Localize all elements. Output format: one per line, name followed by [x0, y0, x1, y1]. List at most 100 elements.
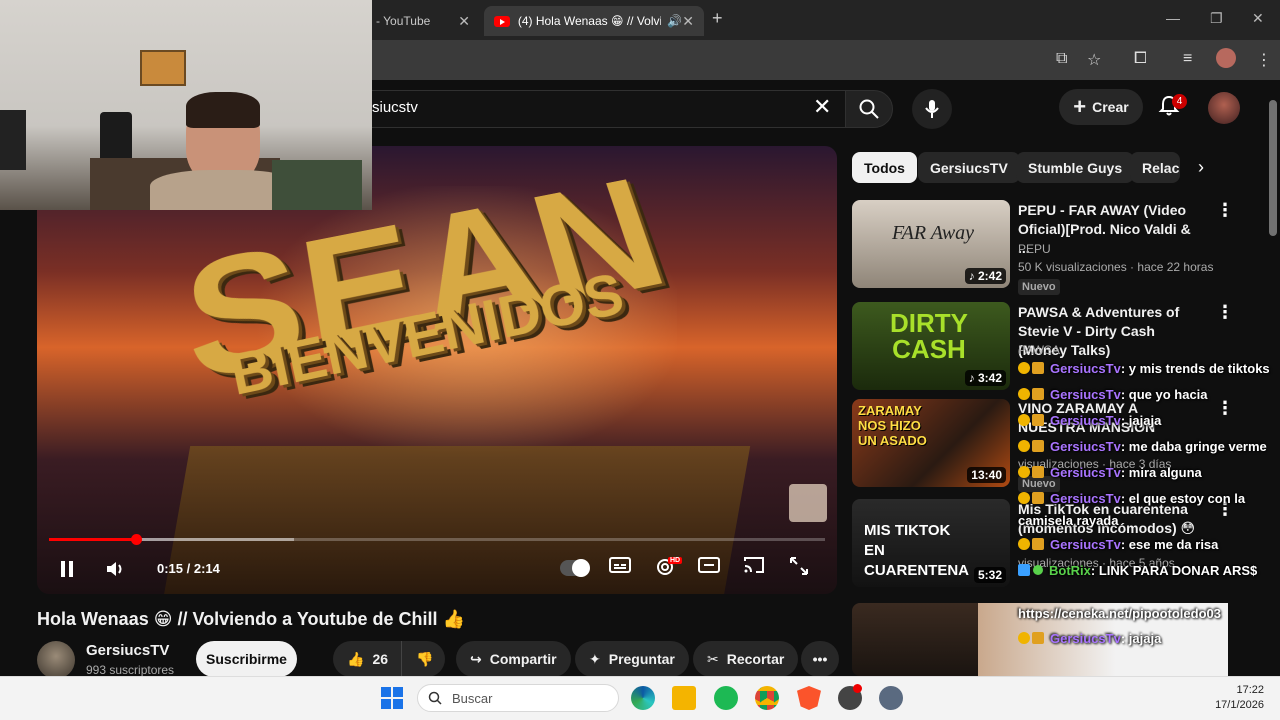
chat-message: GersiucsTv: y mis trends de tiktoks: [1018, 361, 1270, 376]
chrome-icon[interactable]: [755, 686, 779, 710]
video-player[interactable]: SEAN BIENVENIDOS: [37, 146, 837, 594]
menu-dots-icon[interactable]: ⋮: [1256, 50, 1272, 70]
pause-button[interactable]: [58, 559, 76, 584]
close-tab-icon[interactable]: ✕: [682, 13, 694, 30]
chevron-right-icon[interactable]: ›: [1198, 157, 1204, 178]
chat-message: GersiucsTv: jajaja: [1018, 631, 1161, 646]
more-vert-icon[interactable]: ⋮: [1216, 404, 1234, 412]
tab-title: (4) Hola Wenaas 😁 // Volvi: [518, 14, 661, 28]
chip-gersiucstv[interactable]: GersiucsTV: [918, 152, 1020, 183]
fullscreen-icon[interactable]: [789, 556, 809, 581]
windows-start-icon[interactable]: [380, 686, 404, 710]
rec-thumbnail[interactable]: ZARAMAY NOS HIZO UN ASADO 13:40: [852, 399, 1010, 487]
rec-channel[interactable]: PEPU: [1018, 242, 1051, 256]
wall-painting: [140, 50, 186, 86]
chat-message: GersiucsTv: que yo hacia: [1018, 387, 1208, 402]
more-actions-button[interactable]: •••: [801, 641, 839, 677]
chat-message: GersiucsTv: ese me da risa: [1018, 537, 1218, 552]
chat-message: GersiucsTv: el que estoy con la: [1018, 491, 1245, 506]
autoplay-knob: [572, 559, 590, 577]
settings-gear-icon[interactable]: [879, 686, 903, 710]
thumb-text: MIS TIKTOK EN CUARENTENA: [864, 521, 974, 581]
webcam-overlay: [0, 0, 372, 210]
more-vert-icon[interactable]: ⋮: [1216, 505, 1234, 513]
account-avatar[interactable]: [1208, 92, 1240, 124]
speaker: [100, 112, 132, 162]
video-duration: 5:32: [974, 567, 1006, 583]
profile-avatar-icon[interactable]: [1216, 48, 1236, 68]
progress-scrubber[interactable]: [131, 534, 142, 545]
close-tab-icon[interactable]: ✕: [458, 13, 470, 30]
clip-label: Recortar: [727, 651, 785, 667]
install-app-icon[interactable]: ⧉: [1056, 50, 1067, 68]
chip-relacionados[interactable]: Relaci: [1130, 152, 1180, 183]
cast-icon[interactable]: [743, 556, 765, 579]
speaker-icon[interactable]: 🔊: [667, 14, 682, 28]
volume-button[interactable]: [105, 559, 127, 584]
plus-icon: +: [1073, 97, 1086, 117]
scrollbar[interactable]: [1269, 100, 1277, 236]
spotify-icon[interactable]: [714, 686, 738, 710]
search-button[interactable]: [845, 90, 893, 128]
share-label: Compartir: [490, 651, 557, 667]
close-window-icon[interactable]: ✕: [1252, 10, 1264, 27]
microphone-icon: [925, 99, 939, 119]
thumb-text: DIRTY CASH: [874, 310, 984, 362]
subscribe-button[interactable]: Suscribirme: [196, 641, 297, 677]
streamer-hair: [186, 92, 260, 128]
extensions-icon[interactable]: ⧠: [1134, 50, 1147, 68]
taskbar-search-input[interactable]: Buscar: [417, 684, 619, 712]
monitor: [0, 110, 26, 170]
ask-label: Preguntar: [609, 651, 675, 667]
subtitles-icon[interactable]: [609, 556, 631, 579]
edge-icon[interactable]: [631, 686, 655, 710]
dislike-button[interactable]: 👎: [401, 641, 445, 677]
clear-search-icon[interactable]: ✕: [813, 94, 831, 120]
taskbar-clock[interactable]: 17:22 17/1/2026: [1204, 683, 1264, 713]
media-control-icon[interactable]: ≡: [1183, 50, 1192, 68]
chat-message: BotRix: LINK PARA DONAR ARS$: [1018, 563, 1257, 578]
video-duration: ♪ 3:42: [965, 370, 1006, 386]
clock-date: 17/1/2026: [1204, 698, 1264, 713]
chat-message: GersiucsTv: mira alguna: [1018, 465, 1202, 480]
thumbs-up-icon: 👍: [347, 651, 364, 668]
browser-tab-active[interactable]: (4) Hola Wenaas 😁 // Volvi 🔊 ✕: [484, 6, 704, 36]
more-vert-icon[interactable]: ⋮: [1216, 308, 1234, 316]
bookmark-star-icon[interactable]: ☆: [1087, 50, 1101, 70]
scissors-icon: ✂: [707, 651, 719, 668]
chat-message: GersiucsTv: me daba gringe verme: [1018, 439, 1267, 454]
rec-meta: 50 K visualizaciones · hace 22 horas: [1018, 260, 1213, 274]
channel-name[interactable]: GersiucsTV: [86, 642, 169, 659]
rec-thumbnail[interactable]: MIS TIKTOK EN CUARENTENA 5:32: [852, 499, 1010, 587]
file-explorer-icon[interactable]: [672, 686, 696, 710]
create-button[interactable]: + Crear: [1059, 89, 1143, 125]
maximize-icon[interactable]: ❐: [1210, 10, 1223, 27]
chip-todos[interactable]: Todos: [852, 152, 917, 183]
rec-thumbnail[interactable]: DIRTY CASH ♪ 3:42: [852, 302, 1010, 390]
minimize-icon[interactable]: —: [1166, 10, 1180, 26]
like-count: 26: [372, 651, 388, 667]
sparkle-icon: ✦: [589, 651, 601, 668]
new-tab-icon[interactable]: +: [712, 8, 723, 29]
video-duration: ♪ 2:42: [965, 268, 1006, 284]
share-button[interactable]: ↪ Compartir: [456, 641, 571, 677]
ask-button[interactable]: ✦ Preguntar: [575, 641, 689, 677]
chip-stumble-guys[interactable]: Stumble Guys: [1016, 152, 1134, 183]
search-icon: [428, 691, 442, 705]
volume-icon: [105, 559, 127, 579]
miniplayer-icon[interactable]: [698, 556, 720, 579]
like-button[interactable]: 👍 26: [333, 641, 401, 677]
chair: [272, 160, 362, 210]
rec-thumbnail[interactable]: FAR Away ♪ 2:42: [852, 200, 1010, 288]
time-display: 0:15 / 2:14: [157, 561, 220, 576]
autoplay-toggle[interactable]: [560, 560, 590, 576]
channel-watermark[interactable]: [789, 484, 827, 522]
channel-avatar[interactable]: [37, 641, 75, 679]
more-vert-icon[interactable]: ⋮: [1216, 206, 1234, 214]
voice-search-button[interactable]: [912, 89, 952, 129]
more-dots-icon: •••: [813, 651, 828, 667]
video-title: Hola Wenaas 😁 // Volviendo a Youtube de …: [37, 609, 465, 630]
clip-button[interactable]: ✂ Recortar: [693, 641, 798, 677]
rec-channel[interactable]: PAWSA: [1018, 343, 1060, 357]
search-value: siucstv: [372, 99, 418, 116]
